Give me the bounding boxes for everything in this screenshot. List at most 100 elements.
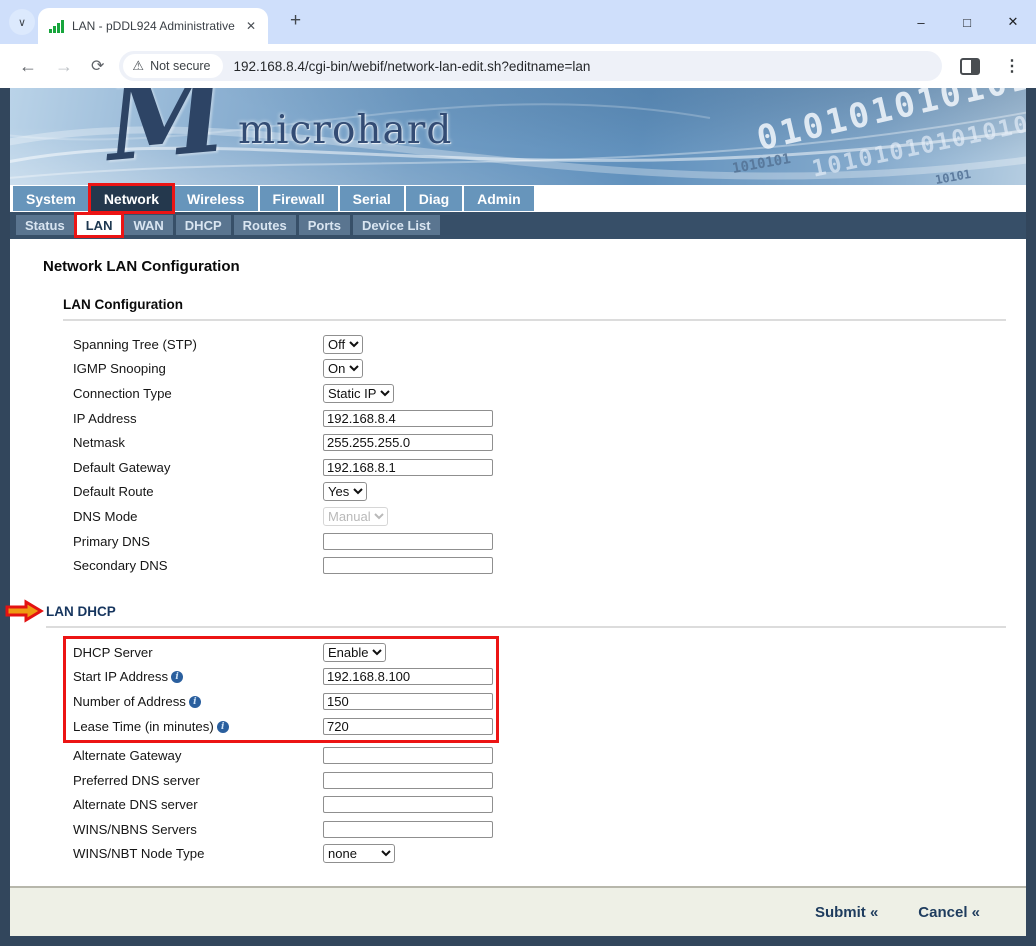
sub-nav: Status LAN WAN DHCP Routes Ports Device … xyxy=(10,212,1026,239)
field-label: Start IP Addressi xyxy=(73,669,323,684)
field-label: Preferred DNS server xyxy=(73,773,323,788)
security-chip[interactable]: ⚠ Not secure xyxy=(123,54,222,78)
default-gateway-input[interactable] xyxy=(323,459,493,476)
form-row-wins-servers: WINS/NBNS Servers xyxy=(10,817,1026,842)
main-nav: System Network Wireless Firewall Serial … xyxy=(10,185,1026,212)
field-label: Alternate Gateway xyxy=(73,748,323,763)
tab-search-button[interactable]: ∨ xyxy=(9,9,35,35)
secondary-dns-input[interactable] xyxy=(323,557,493,574)
maximize-button[interactable]: □ xyxy=(944,0,990,44)
subtab-wan[interactable]: WAN xyxy=(124,215,172,235)
form-row-lease-time: Lease Time (in minutes)i xyxy=(66,714,496,739)
info-icon[interactable]: i xyxy=(189,696,201,708)
ip-address-input[interactable] xyxy=(323,410,493,427)
address-bar[interactable]: ⚠ Not secure 192.168.8.4/cgi-bin/webif/n… xyxy=(119,51,942,81)
field-label: DNS Mode xyxy=(73,509,323,524)
site-frame: M microhard 010101010101 10101010101010 … xyxy=(0,88,1036,946)
lan-dhcp-heading-text: LAN DHCP xyxy=(46,604,116,619)
field-label: Default Gateway xyxy=(73,460,323,475)
field-label: DHCP Server xyxy=(73,645,323,660)
wins-nbt-node-type-select[interactable]: none xyxy=(323,844,395,863)
side-panel-icon[interactable] xyxy=(960,58,980,75)
browser-toolbar: ← → ⟳ ⚠ Not secure 192.168.8.4/cgi-bin/w… xyxy=(0,44,1036,88)
microhard-logo-mark: M xyxy=(102,88,231,177)
lan-configuration-heading: LAN Configuration xyxy=(63,297,1026,312)
tab-admin[interactable]: Admin xyxy=(464,186,534,211)
stp-select[interactable]: Off xyxy=(323,335,363,354)
minimize-button[interactable]: – xyxy=(898,0,944,44)
form-row-dhcp-server: DHCP Server Enable xyxy=(66,640,496,665)
section-divider xyxy=(46,626,1006,628)
form-row-alternate-gateway: Alternate Gateway xyxy=(10,743,1026,768)
igmp-select[interactable]: On xyxy=(323,359,363,378)
dns-mode-select: Manual xyxy=(323,507,388,526)
field-label: WINS/NBT Node Type xyxy=(73,846,323,861)
field-label: Alternate DNS server xyxy=(73,797,323,812)
alternate-gateway-input[interactable] xyxy=(323,747,493,764)
subtab-status[interactable]: Status xyxy=(16,215,74,235)
section-divider xyxy=(63,319,1006,321)
new-tab-button[interactable]: + xyxy=(284,10,307,32)
tab-firewall[interactable]: Firewall xyxy=(260,186,338,211)
tab-close-icon[interactable]: ✕ xyxy=(242,17,260,35)
form-row-number-of-address: Number of Addressi xyxy=(66,689,496,714)
netmask-input[interactable] xyxy=(323,434,493,451)
tab-network[interactable]: Network xyxy=(91,186,172,211)
primary-dns-input[interactable] xyxy=(323,533,493,550)
field-label: Netmask xyxy=(73,435,323,450)
page-title: Network LAN Configuration xyxy=(10,239,1026,275)
form-row-netmask: Netmask xyxy=(10,430,1026,455)
microhard-logo-text: microhard xyxy=(238,108,452,153)
back-icon[interactable]: ← xyxy=(19,56,37,77)
browser-tab[interactable]: LAN - pDDL924 Administrative ✕ xyxy=(38,8,268,44)
form-row-start-ip: Start IP Addressi xyxy=(66,665,496,690)
form-row-connection-type: Connection Type Static IP xyxy=(10,381,1026,406)
close-button[interactable]: ✕ xyxy=(990,0,1036,44)
field-label: Spanning Tree (STP) xyxy=(73,337,323,352)
subtab-lan[interactable]: LAN xyxy=(77,215,122,235)
form-row-wins-node-type: WINS/NBT Node Type none xyxy=(10,842,1026,867)
field-label: Default Route xyxy=(73,484,323,499)
dhcp-server-select[interactable]: Enable xyxy=(323,643,386,662)
tab-diag[interactable]: Diag xyxy=(406,186,462,211)
cancel-button[interactable]: Cancel « xyxy=(918,904,980,921)
preferred-dns-input[interactable] xyxy=(323,772,493,789)
signal-bars-favicon-icon xyxy=(49,20,64,33)
form-row-igmp: IGMP Snooping On xyxy=(10,357,1026,382)
lan-dhcp-heading: LAN DHCP xyxy=(46,604,246,619)
form-row-default-gateway: Default Gateway xyxy=(10,455,1026,480)
connection-type-select[interactable]: Static IP xyxy=(323,384,394,403)
field-label: Primary DNS xyxy=(73,534,323,549)
start-ip-input[interactable] xyxy=(323,668,493,685)
lease-time-input[interactable] xyxy=(323,718,493,735)
field-label: Number of Addressi xyxy=(73,694,323,709)
microhard-banner: M microhard 010101010101 10101010101010 … xyxy=(10,88,1026,185)
wins-nbns-servers-input[interactable] xyxy=(323,821,493,838)
forward-icon: → xyxy=(55,56,73,77)
subtab-device-list[interactable]: Device List xyxy=(353,215,440,235)
submit-button[interactable]: Submit « xyxy=(815,904,878,921)
browser-tab-strip: ∨ LAN - pDDL924 Administrative ✕ + – □ ✕ xyxy=(0,0,1036,44)
tab-system[interactable]: System xyxy=(13,186,89,211)
window-controls: – □ ✕ xyxy=(898,0,1036,44)
field-label: IGMP Snooping xyxy=(73,361,323,376)
number-of-address-input[interactable] xyxy=(323,693,493,710)
tab-serial[interactable]: Serial xyxy=(340,186,404,211)
info-icon[interactable]: i xyxy=(217,721,229,733)
subtab-dhcp[interactable]: DHCP xyxy=(176,215,231,235)
form-row-preferred-dns: Preferred DNS server xyxy=(10,768,1026,793)
subtab-ports[interactable]: Ports xyxy=(299,215,350,235)
form-row-alternate-dns: Alternate DNS server xyxy=(10,793,1026,818)
info-icon[interactable]: i xyxy=(171,671,183,683)
form-row-dns-mode: DNS Mode Manual xyxy=(10,504,1026,529)
field-label: WINS/NBNS Servers xyxy=(73,822,323,837)
alternate-dns-input[interactable] xyxy=(323,796,493,813)
default-route-select[interactable]: Yes xyxy=(323,482,367,501)
browser-menu-icon[interactable]: ⋮ xyxy=(1004,56,1020,76)
form-row-stp: Spanning Tree (STP) Off xyxy=(10,332,1026,357)
reload-icon[interactable]: ⟳ xyxy=(91,56,104,76)
chevron-down-icon: ∨ xyxy=(18,16,26,29)
form-row-primary-dns: Primary DNS xyxy=(10,529,1026,554)
tab-wireless[interactable]: Wireless xyxy=(174,186,257,211)
subtab-routes[interactable]: Routes xyxy=(234,215,296,235)
